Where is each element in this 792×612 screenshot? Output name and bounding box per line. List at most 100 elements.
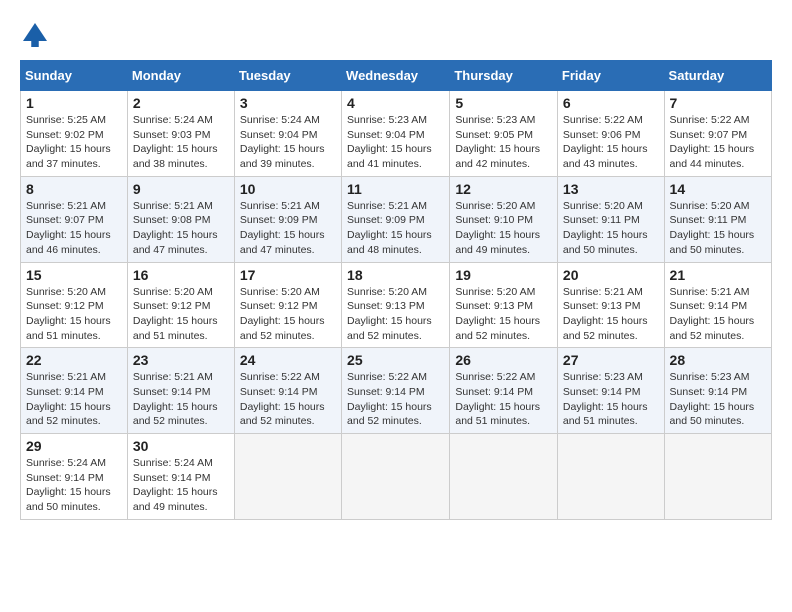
calendar-cell: 27 Sunrise: 5:23 AMSunset: 9:14 PMDaylig… <box>557 348 664 434</box>
day-number: 17 <box>240 267 336 283</box>
calendar-cell <box>342 434 450 520</box>
day-number: 2 <box>133 95 229 111</box>
day-number: 11 <box>347 181 444 197</box>
day-number: 20 <box>563 267 659 283</box>
day-detail: Sunrise: 5:22 AMSunset: 9:06 PMDaylight:… <box>563 114 648 170</box>
day-number: 12 <box>455 181 552 197</box>
day-detail: Sunrise: 5:24 AMSunset: 9:14 PMDaylight:… <box>133 457 218 513</box>
calendar-cell: 26 Sunrise: 5:22 AMSunset: 9:14 PMDaylig… <box>450 348 558 434</box>
day-detail: Sunrise: 5:23 AMSunset: 9:14 PMDaylight:… <box>563 371 648 427</box>
day-number: 7 <box>670 95 766 111</box>
calendar-cell: 20 Sunrise: 5:21 AMSunset: 9:13 PMDaylig… <box>557 262 664 348</box>
calendar-cell <box>234 434 341 520</box>
week-row-1: 1 Sunrise: 5:25 AMSunset: 9:02 PMDayligh… <box>21 91 772 177</box>
day-number: 19 <box>455 267 552 283</box>
column-header-sunday: Sunday <box>21 61 128 91</box>
day-detail: Sunrise: 5:20 AMSunset: 9:13 PMDaylight:… <box>347 286 432 342</box>
day-number: 23 <box>133 352 229 368</box>
calendar-cell: 8 Sunrise: 5:21 AMSunset: 9:07 PMDayligh… <box>21 176 128 262</box>
column-header-thursday: Thursday <box>450 61 558 91</box>
day-number: 16 <box>133 267 229 283</box>
day-detail: Sunrise: 5:24 AMSunset: 9:14 PMDaylight:… <box>26 457 111 513</box>
calendar-cell <box>450 434 558 520</box>
day-number: 6 <box>563 95 659 111</box>
day-detail: Sunrise: 5:20 AMSunset: 9:10 PMDaylight:… <box>455 200 540 256</box>
calendar-cell: 16 Sunrise: 5:20 AMSunset: 9:12 PMDaylig… <box>127 262 234 348</box>
day-detail: Sunrise: 5:21 AMSunset: 9:14 PMDaylight:… <box>133 371 218 427</box>
calendar-cell: 19 Sunrise: 5:20 AMSunset: 9:13 PMDaylig… <box>450 262 558 348</box>
day-detail: Sunrise: 5:22 AMSunset: 9:14 PMDaylight:… <box>347 371 432 427</box>
calendar-cell: 25 Sunrise: 5:22 AMSunset: 9:14 PMDaylig… <box>342 348 450 434</box>
calendar-cell: 2 Sunrise: 5:24 AMSunset: 9:03 PMDayligh… <box>127 91 234 177</box>
day-number: 14 <box>670 181 766 197</box>
calendar-cell: 1 Sunrise: 5:25 AMSunset: 9:02 PMDayligh… <box>21 91 128 177</box>
column-header-tuesday: Tuesday <box>234 61 341 91</box>
day-detail: Sunrise: 5:23 AMSunset: 9:05 PMDaylight:… <box>455 114 540 170</box>
logo <box>20 20 54 50</box>
calendar-cell: 3 Sunrise: 5:24 AMSunset: 9:04 PMDayligh… <box>234 91 341 177</box>
day-detail: Sunrise: 5:21 AMSunset: 9:14 PMDaylight:… <box>26 371 111 427</box>
logo-icon <box>20 20 50 50</box>
calendar-cell: 17 Sunrise: 5:20 AMSunset: 9:12 PMDaylig… <box>234 262 341 348</box>
day-number: 18 <box>347 267 444 283</box>
week-row-3: 15 Sunrise: 5:20 AMSunset: 9:12 PMDaylig… <box>21 262 772 348</box>
day-number: 29 <box>26 438 122 454</box>
calendar-cell: 11 Sunrise: 5:21 AMSunset: 9:09 PMDaylig… <box>342 176 450 262</box>
calendar-header-row: SundayMondayTuesdayWednesdayThursdayFrid… <box>21 61 772 91</box>
calendar-cell: 14 Sunrise: 5:20 AMSunset: 9:11 PMDaylig… <box>664 176 771 262</box>
day-number: 15 <box>26 267 122 283</box>
calendar-table: SundayMondayTuesdayWednesdayThursdayFrid… <box>20 60 772 520</box>
calendar-cell: 23 Sunrise: 5:21 AMSunset: 9:14 PMDaylig… <box>127 348 234 434</box>
calendar-cell: 15 Sunrise: 5:20 AMSunset: 9:12 PMDaylig… <box>21 262 128 348</box>
day-number: 10 <box>240 181 336 197</box>
day-number: 26 <box>455 352 552 368</box>
day-detail: Sunrise: 5:22 AMSunset: 9:14 PMDaylight:… <box>240 371 325 427</box>
day-number: 25 <box>347 352 444 368</box>
calendar-cell: 22 Sunrise: 5:21 AMSunset: 9:14 PMDaylig… <box>21 348 128 434</box>
day-number: 28 <box>670 352 766 368</box>
column-header-friday: Friday <box>557 61 664 91</box>
week-row-2: 8 Sunrise: 5:21 AMSunset: 9:07 PMDayligh… <box>21 176 772 262</box>
calendar-cell: 30 Sunrise: 5:24 AMSunset: 9:14 PMDaylig… <box>127 434 234 520</box>
day-detail: Sunrise: 5:20 AMSunset: 9:11 PMDaylight:… <box>563 200 648 256</box>
day-number: 30 <box>133 438 229 454</box>
day-detail: Sunrise: 5:20 AMSunset: 9:11 PMDaylight:… <box>670 200 755 256</box>
day-number: 22 <box>26 352 122 368</box>
calendar-cell: 21 Sunrise: 5:21 AMSunset: 9:14 PMDaylig… <box>664 262 771 348</box>
column-header-wednesday: Wednesday <box>342 61 450 91</box>
day-detail: Sunrise: 5:21 AMSunset: 9:13 PMDaylight:… <box>563 286 648 342</box>
day-detail: Sunrise: 5:24 AMSunset: 9:04 PMDaylight:… <box>240 114 325 170</box>
column-header-saturday: Saturday <box>664 61 771 91</box>
day-detail: Sunrise: 5:20 AMSunset: 9:12 PMDaylight:… <box>240 286 325 342</box>
day-number: 24 <box>240 352 336 368</box>
day-number: 8 <box>26 181 122 197</box>
day-detail: Sunrise: 5:20 AMSunset: 9:12 PMDaylight:… <box>133 286 218 342</box>
calendar-cell: 24 Sunrise: 5:22 AMSunset: 9:14 PMDaylig… <box>234 348 341 434</box>
day-detail: Sunrise: 5:21 AMSunset: 9:14 PMDaylight:… <box>670 286 755 342</box>
day-detail: Sunrise: 5:21 AMSunset: 9:09 PMDaylight:… <box>347 200 432 256</box>
calendar-cell: 4 Sunrise: 5:23 AMSunset: 9:04 PMDayligh… <box>342 91 450 177</box>
week-row-5: 29 Sunrise: 5:24 AMSunset: 9:14 PMDaylig… <box>21 434 772 520</box>
day-detail: Sunrise: 5:20 AMSunset: 9:12 PMDaylight:… <box>26 286 111 342</box>
day-number: 21 <box>670 267 766 283</box>
day-number: 4 <box>347 95 444 111</box>
week-row-4: 22 Sunrise: 5:21 AMSunset: 9:14 PMDaylig… <box>21 348 772 434</box>
calendar-cell: 28 Sunrise: 5:23 AMSunset: 9:14 PMDaylig… <box>664 348 771 434</box>
day-number: 1 <box>26 95 122 111</box>
calendar-cell: 13 Sunrise: 5:20 AMSunset: 9:11 PMDaylig… <box>557 176 664 262</box>
day-number: 9 <box>133 181 229 197</box>
day-detail: Sunrise: 5:22 AMSunset: 9:14 PMDaylight:… <box>455 371 540 427</box>
day-detail: Sunrise: 5:20 AMSunset: 9:13 PMDaylight:… <box>455 286 540 342</box>
calendar-cell <box>664 434 771 520</box>
calendar-cell: 29 Sunrise: 5:24 AMSunset: 9:14 PMDaylig… <box>21 434 128 520</box>
day-detail: Sunrise: 5:25 AMSunset: 9:02 PMDaylight:… <box>26 114 111 170</box>
day-detail: Sunrise: 5:23 AMSunset: 9:04 PMDaylight:… <box>347 114 432 170</box>
calendar-cell: 18 Sunrise: 5:20 AMSunset: 9:13 PMDaylig… <box>342 262 450 348</box>
day-number: 3 <box>240 95 336 111</box>
day-detail: Sunrise: 5:23 AMSunset: 9:14 PMDaylight:… <box>670 371 755 427</box>
day-detail: Sunrise: 5:21 AMSunset: 9:07 PMDaylight:… <box>26 200 111 256</box>
calendar-cell: 10 Sunrise: 5:21 AMSunset: 9:09 PMDaylig… <box>234 176 341 262</box>
column-header-monday: Monday <box>127 61 234 91</box>
calendar-cell: 9 Sunrise: 5:21 AMSunset: 9:08 PMDayligh… <box>127 176 234 262</box>
day-number: 13 <box>563 181 659 197</box>
